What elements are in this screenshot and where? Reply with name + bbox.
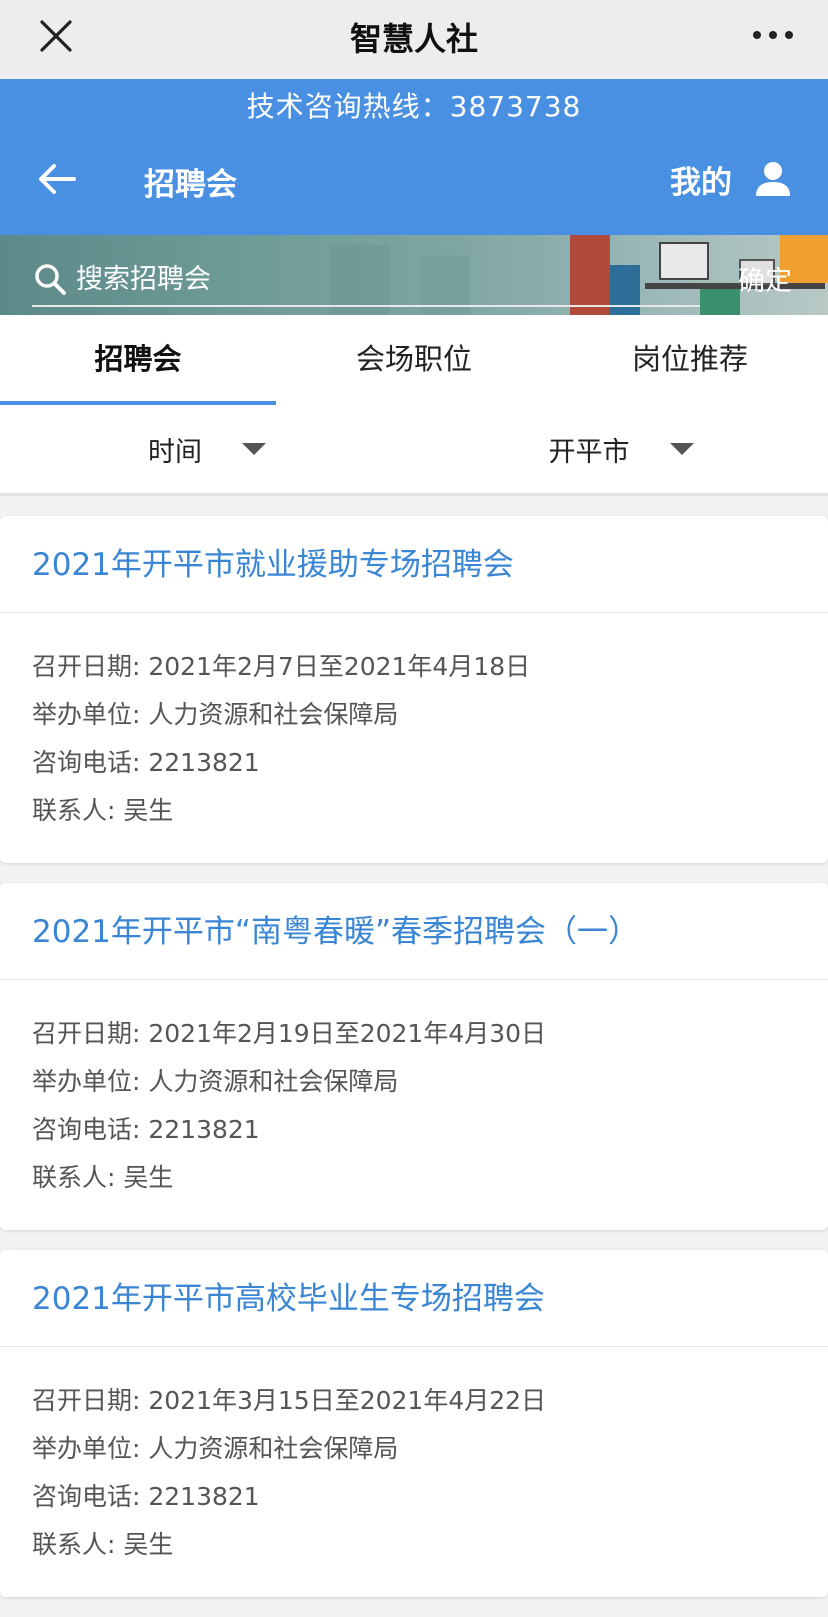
job-fair-details: 召开日期: 2021年2月19日至2021年4月30日 举办单位: 人力资源和社… <box>0 980 828 1230</box>
filter-city[interactable]: 开平市 <box>414 405 828 493</box>
job-fair-contact: 联系人: 吴生 <box>32 1530 174 1559</box>
job-fair-card[interactable]: 2021年开平市高校毕业生专场招聘会 召开日期: 2021年3月15日至2021… <box>0 1250 828 1597</box>
tab-job-recommend[interactable]: 岗位推荐 <box>552 315 828 405</box>
person-icon <box>756 162 790 196</box>
tab-bar: 招聘会 会场职位 岗位推荐 <box>0 315 828 405</box>
job-fair-contact: 联系人: 吴生 <box>32 796 174 825</box>
filter-city-label: 开平市 <box>548 436 630 468</box>
search-banner: 确定 <box>0 235 828 315</box>
job-fair-card[interactable]: 2021年开平市就业援助专场招聘会 召开日期: 2021年2月7日至2021年4… <box>0 516 828 863</box>
confirm-button[interactable]: 确定 <box>738 259 792 298</box>
job-fair-organizer: 举办单位: 人力资源和社会保障局 <box>32 1067 399 1096</box>
job-fair-card[interactable]: 2021年开平市“南粤春暖”春季招聘会（一） 召开日期: 2021年2月19日至… <box>0 883 828 1230</box>
job-fair-details: 召开日期: 2021年3月15日至2021年4月22日 举办单位: 人力资源和社… <box>0 1347 828 1597</box>
job-fair-phone: 咨询电话: 2213821 <box>32 748 260 777</box>
search-icon <box>35 264 66 295</box>
search-bar[interactable] <box>32 253 700 307</box>
job-fair-organizer: 举办单位: 人力资源和社会保障局 <box>32 700 399 729</box>
search-input[interactable] <box>76 263 636 295</box>
job-fair-list: 2021年开平市就业援助专场招聘会 召开日期: 2021年2月7日至2021年4… <box>0 516 828 1617</box>
job-fair-contact: 联系人: 吴生 <box>32 1163 174 1192</box>
job-fair-date: 召开日期: 2021年2月7日至2021年4月18日 <box>32 652 531 681</box>
job-fair-organizer: 举办单位: 人力资源和社会保障局 <box>32 1434 399 1463</box>
filter-time-label: 时间 <box>148 436 202 468</box>
wechat-title: 智慧人社 <box>349 20 478 58</box>
job-fair-date: 召开日期: 2021年2月19日至2021年4月30日 <box>32 1019 547 1048</box>
job-fair-title[interactable]: 2021年开平市“南粤春暖”春季招聘会（一） <box>0 883 828 980</box>
filter-time[interactable]: 时间 <box>0 405 414 493</box>
hotline-text: 技术咨询热线：3873738 <box>246 90 582 123</box>
tab-venue-positions[interactable]: 会场职位 <box>276 315 552 405</box>
app-header: 技术咨询热线：3873738 招聘会 我的 <box>0 79 828 235</box>
job-fair-phone: 咨询电话: 2213821 <box>32 1482 260 1511</box>
more-icon[interactable] <box>748 20 798 50</box>
job-fair-title[interactable]: 2021年开平市高校毕业生专场招聘会 <box>0 1250 828 1347</box>
job-fair-phone: 咨询电话: 2213821 <box>32 1115 260 1144</box>
tab-job-fair[interactable]: 招聘会 <box>0 315 276 405</box>
filter-bar: 时间 开平市 <box>0 405 828 496</box>
mine-label: 我的 <box>670 164 732 201</box>
job-fair-date: 召开日期: 2021年3月15日至2021年4月22日 <box>32 1386 547 1415</box>
job-fair-details: 召开日期: 2021年2月7日至2021年4月18日 举办单位: 人力资源和社会… <box>0 613 828 863</box>
job-fair-title[interactable]: 2021年开平市就业援助专场招聘会 <box>0 516 828 613</box>
caret-down-icon <box>669 443 694 455</box>
back-arrow-icon[interactable] <box>34 159 80 199</box>
page-title: 招聘会 <box>144 167 237 203</box>
close-icon[interactable] <box>36 16 76 56</box>
wechat-top-bar: 智慧人社 <box>0 0 828 79</box>
mine-button[interactable]: 我的 <box>670 157 792 201</box>
caret-down-icon <box>242 443 266 455</box>
